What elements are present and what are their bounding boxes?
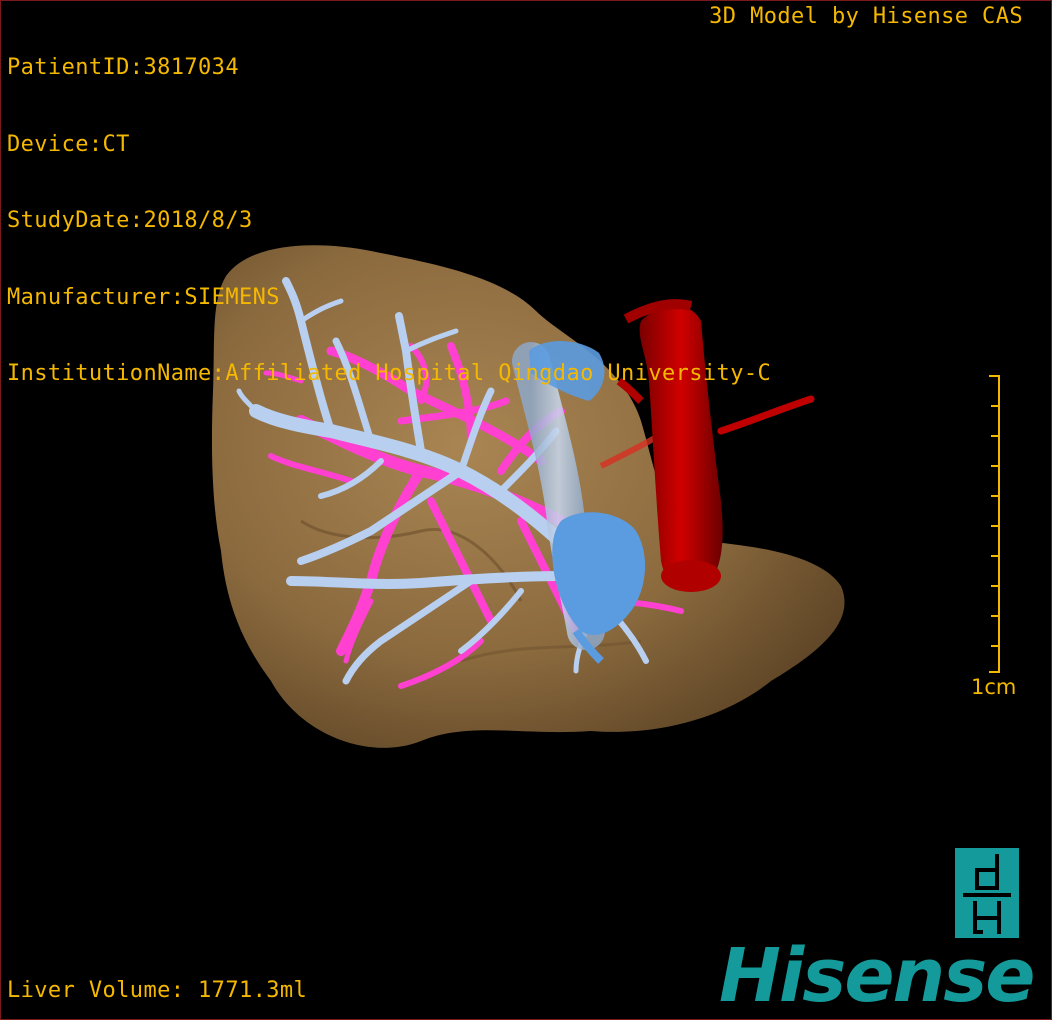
- study-date: StudyDate:2018/8/3: [7, 208, 253, 233]
- patient-info-overlay: PatientID:3817034 Device:CT StudyDate:20…: [7, 4, 771, 438]
- hisense-logo: Hisense: [719, 933, 1035, 1019]
- 3d-viewer[interactable]: PatientID:3817034 Device:CT StudyDate:20…: [0, 0, 1052, 1020]
- liver-volume: Liver Volume: 1771.3ml: [7, 978, 308, 1003]
- hisense-dh-icon: [955, 848, 1019, 938]
- scale-label: 1cm: [971, 675, 1017, 699]
- institution-name: InstitutionName:Affiliated Hospital Qing…: [7, 361, 772, 386]
- manufacturer: Manufacturer:SIEMENS: [7, 284, 280, 310]
- model-credit: 3D Model by Hisense CAS: [709, 4, 1023, 29]
- device-type: Device:CT: [7, 131, 130, 157]
- scale-bar: [989, 375, 1000, 673]
- patient-id: PatientID:3817034: [7, 55, 239, 80]
